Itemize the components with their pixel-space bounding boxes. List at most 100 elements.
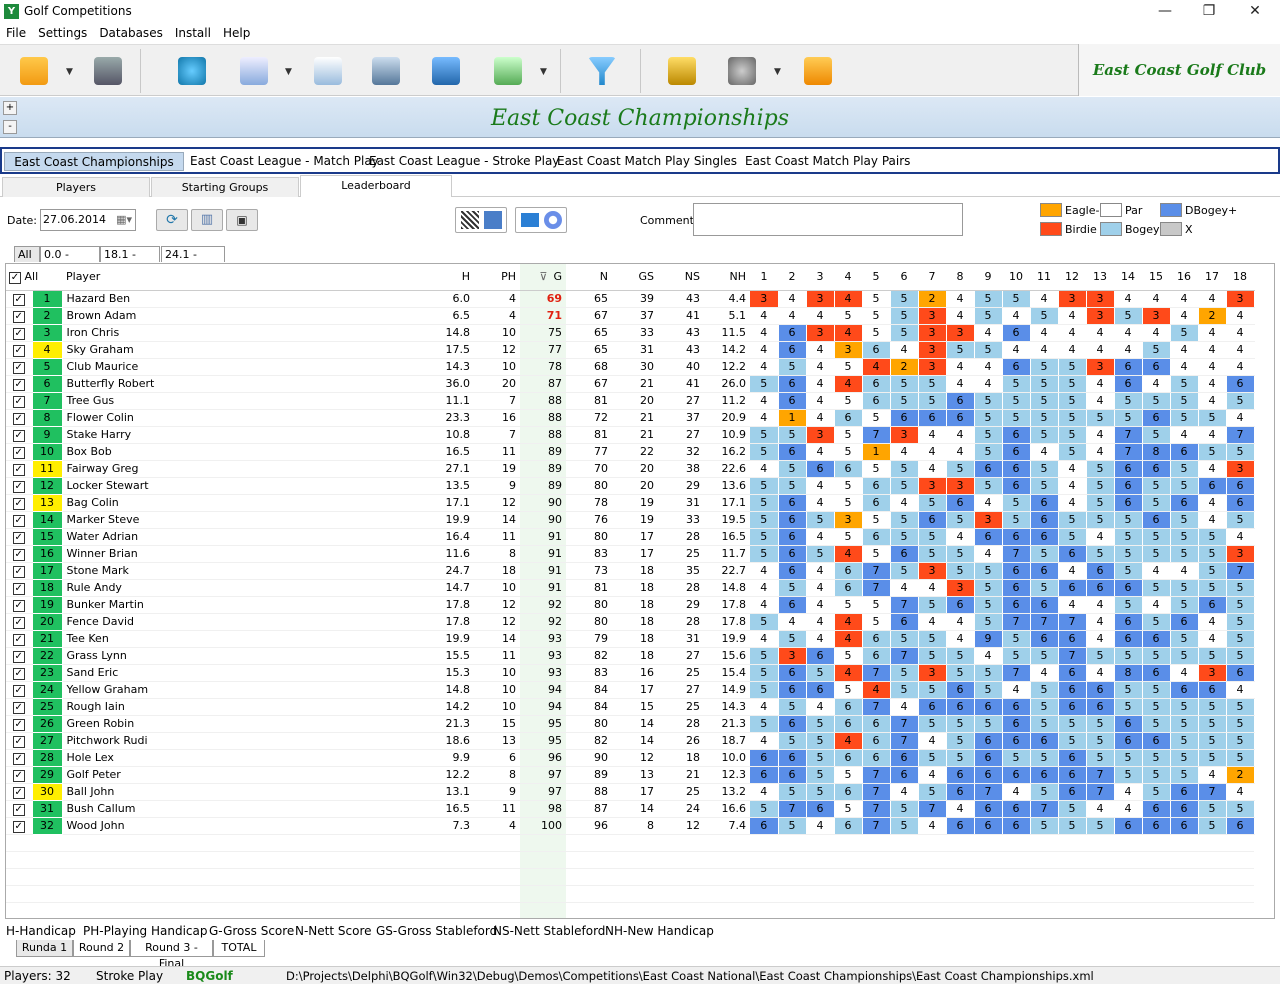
row-checkbox[interactable]: ✓ — [12, 395, 25, 408]
hole-18-column-header[interactable]: 18 — [1226, 264, 1254, 291]
hole-16-column-header[interactable]: 16 — [1170, 264, 1198, 291]
cloud-dropdown-icon[interactable]: ▼ — [540, 67, 547, 77]
table-row[interactable]: ✓ 14 Marker Steve 19.9 14 90 76 19 33 19.5 5 6 5 3 5 5 6… — [6, 510, 1255, 529]
player-name[interactable]: Bag Colin — [62, 494, 432, 512]
range-tab-24-36[interactable]: 24.1 - 36.0 — [161, 246, 225, 276]
table-row[interactable]: ✓ 21 Tee Ken 19.9 14 93 79 18 31 19.9 4 5 4 4 6 5 5 4 9 5 6 6… — [6, 629, 1255, 648]
table-row[interactable]: ✓ 17 Stone Mark 24.7 18 91 73 18 35 22.7 4 6 4 6 7 5 3 5 5… — [6, 561, 1255, 580]
lock-button[interactable]: ▣ — [226, 209, 258, 231]
hole-8-column-header[interactable]: 8 — [946, 264, 974, 291]
row-checkbox-cell[interactable]: ✓ — [6, 681, 32, 699]
hole-5-column-header[interactable]: 5 — [862, 264, 890, 291]
player-name[interactable]: Tree Gus — [62, 392, 432, 410]
row-checkbox[interactable]: ✓ — [12, 429, 25, 442]
menu-databases[interactable]: Databases — [99, 24, 163, 42]
row-checkbox[interactable]: ✓ — [12, 514, 25, 527]
documents-dropdown-icon[interactable]: ▼ — [285, 67, 292, 77]
row-checkbox-cell[interactable]: ✓ — [6, 800, 32, 818]
table-row[interactable]: ✓ 12 Locker Stewart 13.5 9 89 80 20 29 13.6 5 5 4 5 6 5… — [6, 476, 1255, 495]
table-row[interactable]: ✓ 3 Iron Chris 14.8 10 75 65 33 43 11.5 4 6 3 4 5 5 3 3 4 6… — [6, 323, 1255, 342]
hole-2-column-header[interactable]: 2 — [778, 264, 806, 291]
round-tab-1[interactable]: Runda 1 — [16, 940, 73, 957]
table-row[interactable]: ✓ 7 Tree Gus 11.1 7 88 81 20 27 11.2 4 6 4 5 6 5 5 6 5 5 5 5 4… — [6, 391, 1255, 410]
row-checkbox-cell[interactable]: ✓ — [6, 443, 32, 461]
table-row[interactable]: ✓ 23 Sand Eric 15.3 10 93 83 16 25 15.4 5 6 5 4 7 5 3 5 5 7… — [6, 663, 1255, 682]
row-checkbox-cell[interactable]: ✓ — [6, 647, 32, 665]
row-checkbox[interactable]: ✓ — [12, 820, 25, 833]
hole-14-column-header[interactable]: 14 — [1114, 264, 1142, 291]
hole-9-column-header[interactable]: 9 — [974, 264, 1002, 291]
player-name[interactable]: Hole Lex — [62, 749, 432, 767]
player-name[interactable]: Club Maurice — [62, 358, 432, 376]
player-name[interactable]: Rough Iain — [62, 698, 432, 716]
range-tab-all[interactable]: All — [14, 246, 40, 262]
table-row[interactable]: ✓ 8 Flower Colin 23.3 16 88 72 21 37 20.9 4 1 4 6 5 6 6 6… — [6, 408, 1255, 427]
date-picker[interactable]: 27.06.2014 ▦▾ — [40, 209, 136, 231]
tab-leaderboard[interactable]: Leaderboard — [300, 175, 452, 197]
tab-league-stroke-play[interactable]: East Coast League - Stroke Play — [365, 152, 563, 171]
row-checkbox-cell[interactable]: ✓ — [6, 613, 32, 631]
player-name[interactable]: Wood John — [62, 817, 432, 835]
row-checkbox[interactable]: ✓ — [12, 531, 25, 544]
g-column-header[interactable]: ⊽ G — [520, 264, 566, 291]
row-checkbox-cell[interactable]: ✓ — [6, 460, 32, 478]
player-name[interactable]: Fence David — [62, 613, 432, 631]
h-column-header[interactable]: H — [432, 264, 474, 291]
row-checkbox[interactable]: ✓ — [12, 378, 25, 391]
delete-button[interactable]: ▥ — [191, 209, 223, 231]
row-checkbox-cell[interactable]: ✓ — [6, 698, 32, 716]
player-name[interactable]: Grass Lynn — [62, 647, 432, 665]
refresh-leaderboard-button[interactable]: ⟳ — [156, 209, 188, 231]
row-checkbox-cell[interactable]: ✓ — [6, 375, 32, 393]
player-name[interactable]: Box Bob — [62, 443, 432, 461]
close-button[interactable]: ✕ — [1240, 2, 1270, 22]
table-row[interactable]: ✓ 29 Golf Peter 12.2 8 97 89 13 21 12.3 6 6 5 5 7 6 4 6 6 6… — [6, 765, 1255, 784]
table-row[interactable]: ✓ 10 Box Bob 16.5 11 89 77 22 32 16.2 5 6 4 5 1 4 4 4 5 6 4 5… — [6, 442, 1255, 461]
row-checkbox-cell[interactable]: ✓ — [6, 664, 32, 682]
row-checkbox[interactable]: ✓ — [12, 684, 25, 697]
settings-gear-icon[interactable] — [178, 57, 206, 85]
row-checkbox[interactable]: ✓ — [12, 344, 25, 357]
tab-players[interactable]: Players — [2, 177, 150, 197]
row-checkbox-cell[interactable]: ✓ — [6, 324, 32, 342]
refresh-icon[interactable] — [728, 57, 756, 85]
email-icon[interactable] — [432, 57, 460, 85]
player-name[interactable]: Pitchwork Rudi — [62, 732, 432, 750]
table-row[interactable]: ✓ 27 Pitchwork Rudi 18.6 13 95 82 14 26 18.7 4 5 5 4 6… — [6, 731, 1255, 750]
player-name[interactable]: Sky Graham — [62, 341, 432, 359]
table-row[interactable]: ✓ 28 Hole Lex 9.9 6 96 90 12 18 10.0 6 6 5 6 6 6 5 5 6 5 5 6 5… — [6, 748, 1255, 767]
print-icon[interactable] — [372, 57, 400, 85]
table-row[interactable]: ✓ 4 Sky Graham 17.5 12 77 65 31 43 14.2 4 6 4 3 6 4 3 5 5 4… — [6, 340, 1255, 359]
hole-11-column-header[interactable]: 11 — [1030, 264, 1058, 291]
row-checkbox[interactable]: ✓ — [12, 599, 25, 612]
round-tab-total[interactable]: TOTAL — [213, 940, 265, 957]
player-name[interactable]: Locker Stewart — [62, 477, 432, 495]
row-checkbox-cell[interactable]: ✓ — [6, 732, 32, 750]
hole-17-column-header[interactable]: 17 — [1198, 264, 1226, 291]
menu-help[interactable]: Help — [223, 24, 250, 42]
open-dropdown-icon[interactable]: ▼ — [66, 67, 73, 77]
row-checkbox-cell[interactable]: ✓ — [6, 579, 32, 597]
player-name[interactable]: Iron Chris — [62, 324, 432, 342]
row-checkbox-cell[interactable]: ✓ — [6, 358, 32, 376]
qr-code-button[interactable] — [455, 207, 507, 233]
row-checkbox[interactable]: ✓ — [12, 667, 25, 680]
row-checkbox[interactable]: ✓ — [12, 565, 25, 578]
player-name[interactable]: Stone Mark — [62, 562, 432, 580]
restore-button[interactable]: ❐ — [1194, 2, 1224, 22]
copy-icon[interactable] — [314, 57, 342, 85]
range-tab-0-18[interactable]: 0.0 - 18.0 — [40, 246, 100, 276]
row-checkbox[interactable]: ✓ — [12, 293, 25, 306]
row-checkbox-cell[interactable]: ✓ — [6, 630, 32, 648]
menu-install[interactable]: Install — [175, 24, 211, 42]
row-checkbox[interactable]: ✓ — [12, 803, 25, 816]
row-checkbox-cell[interactable]: ✓ — [6, 528, 32, 546]
tab-league-match-play[interactable]: East Coast League - Match Play — [186, 152, 383, 171]
table-row[interactable]: ✓ 16 Winner Brian 11.6 8 91 83 17 25 11.7 5 6 5 4 5 6 5 5… — [6, 544, 1255, 563]
row-checkbox-cell[interactable]: ✓ — [6, 392, 32, 410]
table-row[interactable]: ✓ 30 Ball John 13.1 9 97 88 17 25 13.2 4 5 5 6 7 4 5 6 7 4 5… — [6, 782, 1255, 801]
table-row[interactable]: ✓ 25 Rough Iain 14.2 10 94 84 15 25 14.3 4 5 4 6 7 4 6 6 6… — [6, 697, 1255, 716]
gs-column-header[interactable]: GS — [612, 264, 658, 291]
hole-10-column-header[interactable]: 10 — [1002, 264, 1030, 291]
table-row[interactable]: ✓ 22 Grass Lynn 15.5 11 93 82 18 27 15.6 5 3 6 5 6 7 5 5 4… — [6, 646, 1255, 665]
